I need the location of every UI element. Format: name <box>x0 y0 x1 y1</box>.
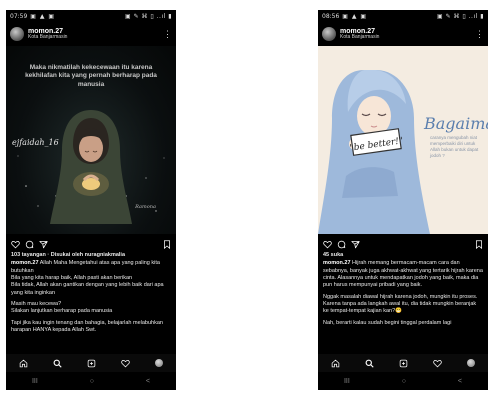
status-time: 07:59 <box>10 13 28 20</box>
caption-paragraph: Masih mau kecewa? Silakan lanjutkan berh… <box>11 300 113 315</box>
caption-username[interactable]: momon.27 <box>323 260 351 266</box>
post-header: momon.27 Kota Banjarmasin ⋮ <box>6 23 176 45</box>
activity-heart-icon[interactable] <box>433 359 442 368</box>
like-heart-icon[interactable] <box>11 240 20 249</box>
image-subtitle: caranya mengubah niat memperbaiki diri u… <box>430 135 479 158</box>
profile-avatar-icon[interactable] <box>155 359 164 367</box>
recents-button[interactable]: III <box>344 378 350 385</box>
bookmark-icon[interactable] <box>163 239 171 249</box>
home-button[interactable]: ○ <box>402 378 406 385</box>
status-time: 08:56 <box>322 13 340 20</box>
notification-icons: ▣ ▲ ▣ <box>30 13 56 20</box>
post-caption: 103 tayangan · Disukai oleh nuragniakmal… <box>11 252 171 338</box>
android-nav-bar: III ○ < <box>6 372 176 390</box>
status-bar: 07:59 ▣ ▲ ▣ ▣ ✎ ⌘ ▯ ..ıl ▮ <box>6 10 176 23</box>
comment-icon[interactable] <box>337 240 346 249</box>
image-quote: Maka nikmatilah kekecewaan itu karena ke… <box>25 64 157 88</box>
more-options-icon[interactable]: ⋮ <box>475 29 484 40</box>
share-send-icon[interactable] <box>351 240 360 249</box>
bookmark-icon[interactable] <box>475 239 483 249</box>
image-signature: Ramona <box>135 204 156 210</box>
post-location[interactable]: Kota Banjarmasin <box>340 34 379 40</box>
post-action-bar <box>318 236 488 252</box>
new-post-icon[interactable] <box>87 359 96 368</box>
post-location[interactable]: Kota Banjarmasin <box>28 34 67 40</box>
instagram-bottom-nav <box>6 354 176 372</box>
post-action-bar <box>6 236 176 252</box>
instagram-bottom-nav <box>318 354 488 372</box>
more-options-icon[interactable]: ⋮ <box>163 29 172 40</box>
likes-line[interactable]: 45 suka <box>323 252 483 259</box>
search-icon[interactable] <box>365 359 374 368</box>
post-header: momon.27 Kota Banjarmasin ⋮ <box>318 23 488 45</box>
android-nav-bar: III ○ < <box>318 372 488 390</box>
home-icon[interactable] <box>19 359 28 368</box>
recents-button[interactable]: III <box>32 378 38 385</box>
system-status-icons: ▣ ✎ ⌘ ▯ ..ıl ▮ <box>437 13 484 20</box>
back-button[interactable]: < <box>146 378 150 385</box>
avatar[interactable] <box>10 27 24 41</box>
like-heart-icon[interactable] <box>323 240 332 249</box>
views-line[interactable]: 103 tayangan · Disukai oleh nuragniakmal… <box>11 252 171 259</box>
phone-screenshot-left: 07:59 ▣ ▲ ▣ ▣ ✎ ⌘ ▯ ..ıl ▮ momon.27 Kota… <box>6 10 176 390</box>
home-button[interactable]: ○ <box>90 378 94 385</box>
status-bar: 08:56 ▣ ▲ ▣ ▣ ✎ ⌘ ▯ ..ıl ▮ <box>318 10 488 23</box>
notification-icons: ▣ ▲ ▣ <box>342 13 368 20</box>
caption-paragraph: Nah, berarti kalau sudah begini tinggal … <box>323 319 452 326</box>
praying-girl-illustration <box>50 110 132 224</box>
new-post-icon[interactable] <box>399 359 408 368</box>
avatar[interactable] <box>322 27 336 41</box>
system-status-icons: ▣ ✎ ⌘ ▯ ..ıl ▮ <box>125 13 172 20</box>
post-image[interactable]: Maka nikmatilah kekecewaan itu karena ke… <box>6 46 176 234</box>
activity-heart-icon[interactable] <box>121 359 130 368</box>
home-icon[interactable] <box>331 359 340 368</box>
caption-paragraph: Nggak masalah diawal hijrah karena jodoh… <box>323 293 478 315</box>
share-send-icon[interactable] <box>39 240 48 249</box>
post-image[interactable]: "be better!" Bagaimana caranya mengubah … <box>318 46 488 234</box>
profile-avatar-icon[interactable] <box>467 359 476 367</box>
post-caption: 45 suka momon.27 Hijrah memang bermacam-… <box>323 252 483 331</box>
back-button[interactable]: < <box>458 378 462 385</box>
caption-username[interactable]: momon.27 <box>11 260 39 266</box>
search-icon[interactable] <box>53 359 62 368</box>
image-title: Bagaimana <box>424 114 488 133</box>
phone-screenshot-right: 08:56 ▣ ▲ ▣ ▣ ✎ ⌘ ▯ ..ıl ▮ momon.27 Kota… <box>318 10 488 390</box>
comment-icon[interactable] <box>25 240 34 249</box>
caption-paragraph: Tapi jika kau ingin tenang dan bahagia, … <box>11 319 163 333</box>
